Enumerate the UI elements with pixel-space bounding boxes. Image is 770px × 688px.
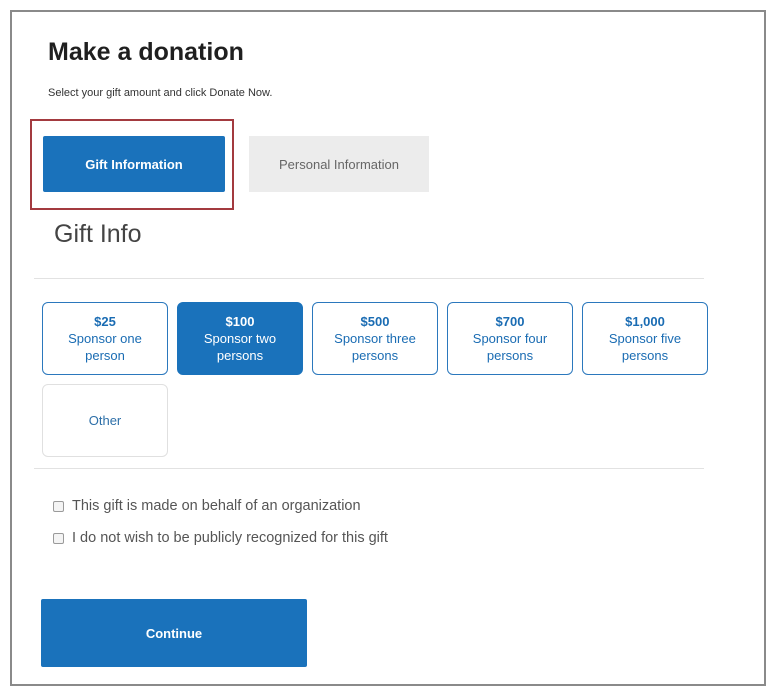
organization-checkbox[interactable] <box>53 500 64 512</box>
amount-description-line1: Sponsor three <box>334 331 416 346</box>
amount-description-line2: persons <box>621 348 669 363</box>
amount-description-line1: Sponsor four <box>472 331 548 346</box>
organization-checkbox-label: This gift is made on behalf of an organi… <box>72 498 361 514</box>
amount-option-25[interactable]: $25 Sponsor one person <box>42 302 168 375</box>
amount-description-line1: Sponsor two <box>203 331 277 346</box>
amount-description-line2: persons <box>486 348 534 363</box>
donation-panel: Make a donation Select your gift amount … <box>10 10 766 686</box>
amount-description-line1: Sponsor one <box>68 331 142 346</box>
amount-value: $500 <box>360 314 390 329</box>
amount-value: $1,000 <box>625 314 665 329</box>
amount-option-100[interactable]: $100 Sponsor two persons <box>177 302 303 375</box>
tab-personal-information[interactable]: Personal Information <box>249 136 429 192</box>
amount-description-line2: persons <box>216 348 264 363</box>
amount-option-other[interactable]: Other <box>42 384 168 457</box>
amount-option-500[interactable]: $500 Sponsor three persons <box>312 302 438 375</box>
page-subtitle: Select your gift amount and click Donate… <box>48 87 273 99</box>
amount-value: $25 <box>94 314 116 329</box>
tab-gift-information[interactable]: Gift Information <box>43 136 225 192</box>
amount-description-line2: person <box>85 348 125 363</box>
amount-value: $100 <box>225 314 255 329</box>
amount-other-label: Other <box>88 413 122 428</box>
amount-value: $700 <box>495 314 525 329</box>
divider <box>34 278 704 279</box>
page-title: Make a donation <box>48 38 244 66</box>
divider <box>34 468 704 469</box>
amount-option-1000[interactable]: $1,000 Sponsor five persons <box>582 302 708 375</box>
amount-option-700[interactable]: $700 Sponsor four persons <box>447 302 573 375</box>
anonymous-option: I do not wish to be publicly recognized … <box>53 530 388 546</box>
amount-description-line1: Sponsor five <box>608 331 682 346</box>
anonymous-checkbox-label: I do not wish to be publicly recognized … <box>72 530 388 546</box>
section-title: Gift Info <box>54 220 142 248</box>
continue-button[interactable]: Continue <box>41 599 307 667</box>
anonymous-checkbox[interactable] <box>53 532 64 544</box>
organization-option: This gift is made on behalf of an organi… <box>53 498 361 514</box>
amount-description-line2: persons <box>351 348 399 363</box>
